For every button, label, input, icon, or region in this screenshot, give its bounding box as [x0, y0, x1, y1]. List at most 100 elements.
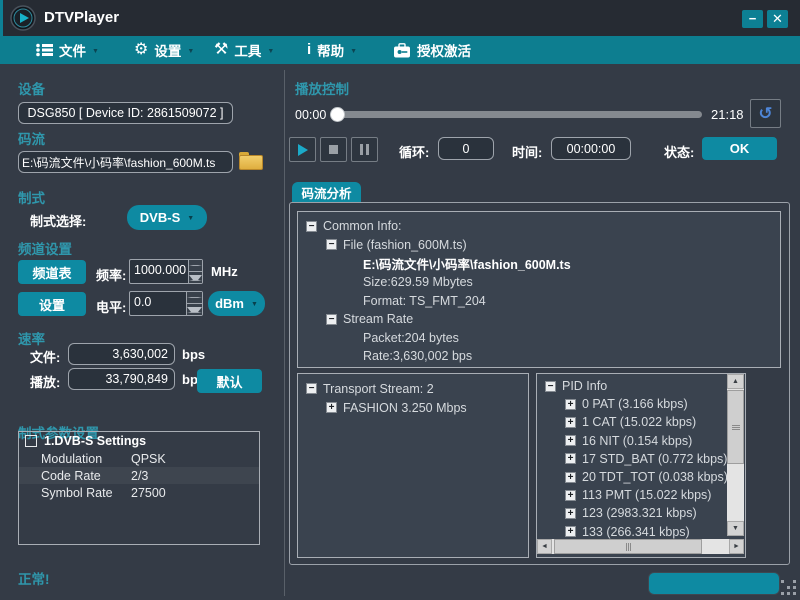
- state-label: 状态:: [664, 145, 695, 160]
- tree-item[interactable]: + 20 TDT_TOT (0.038 kbps): [537, 468, 745, 486]
- tree-item[interactable]: Packet:204 bytes: [298, 329, 780, 348]
- standard-select-label: 制式选择:: [30, 214, 87, 229]
- params-group-header[interactable]: 1.DVB-S Settings: [19, 432, 259, 450]
- tree-expander-icon[interactable]: −: [326, 239, 337, 251]
- tree-expander-icon[interactable]: −: [545, 380, 556, 392]
- level-unit-dropdown[interactable]: dBm ▼: [208, 291, 265, 316]
- file-rate-label: 文件:: [30, 350, 61, 365]
- menu-settings[interactable]: ⚙ 设置 ▼: [134, 36, 194, 64]
- scroll-left-icon[interactable]: ◄: [537, 539, 552, 554]
- tree-item[interactable]: − File (fashion_600M.ts): [298, 236, 780, 255]
- tree-item[interactable]: + 113 PMT (15.022 kbps): [537, 486, 745, 504]
- default-button[interactable]: 默认: [197, 369, 262, 393]
- menu-tools[interactable]: ⚒ 工具 ▼: [214, 36, 274, 64]
- tree-item-label: Transport Stream: 2: [323, 381, 434, 396]
- tree-item[interactable]: Format: TS_FMT_204: [298, 291, 780, 310]
- tree-expander-icon[interactable]: −: [326, 313, 337, 325]
- menu-license[interactable]: 授权激活: [393, 36, 471, 64]
- elapsed-time: 00:00: [295, 108, 327, 122]
- repeat-button[interactable]: ↺: [750, 99, 781, 128]
- param-value: 27500: [131, 485, 166, 500]
- level-down-button[interactable]: [187, 304, 202, 315]
- tree-expander-icon[interactable]: +: [565, 507, 576, 519]
- tree-item[interactable]: − Transport Stream: 2: [298, 379, 528, 398]
- section-standard: 制式: [18, 191, 45, 206]
- tree-expander-icon[interactable]: −: [306, 220, 317, 232]
- stop-button[interactable]: [320, 137, 347, 162]
- set-button[interactable]: 设置: [18, 292, 86, 316]
- pid-horizontal-scrollbar[interactable]: ◄ ►: [537, 539, 744, 554]
- pid-vertical-scrollbar[interactable]: ▲ ▼: [727, 374, 744, 536]
- scroll-down-icon[interactable]: ▼: [727, 521, 744, 536]
- tree-item[interactable]: − PID Info: [537, 377, 745, 395]
- play-button[interactable]: [289, 137, 316, 162]
- device-id-display: DSG850 [ Device ID: 2861509072 ]: [18, 102, 233, 124]
- tree-item-label: 113 PMT (15.022 kbps): [582, 488, 712, 503]
- frequency-down-button[interactable]: [189, 272, 202, 283]
- level-up-button[interactable]: [187, 292, 202, 304]
- tree-expander-icon[interactable]: +: [565, 453, 576, 465]
- tree-item[interactable]: − Common Info:: [298, 217, 780, 236]
- standard-dropdown[interactable]: DVB-S ▼: [127, 205, 207, 230]
- params-row[interactable]: Modulation QPSK: [19, 450, 259, 467]
- tree-expander-icon[interactable]: +: [565, 416, 576, 428]
- tree-item[interactable]: Rate:3,630,002 bps: [298, 347, 780, 366]
- tree-item[interactable]: + 133 (266.341 kbps): [537, 523, 745, 541]
- menu-bar: 文件 ▼ ⚙ 设置 ▼ ⚒ 工具 ▼ i 帮助 ▼ 授权激活: [0, 36, 800, 64]
- params-row[interactable]: Code Rate 2/3: [19, 467, 259, 484]
- level-stepper[interactable]: 0.0: [129, 291, 203, 316]
- menu-file[interactable]: 文件 ▼: [36, 36, 99, 64]
- frequency-stepper[interactable]: 1000.000: [129, 259, 203, 284]
- params-checkbox[interactable]: [25, 435, 37, 447]
- scroll-up-icon[interactable]: ▲: [727, 374, 744, 389]
- channel-table-button[interactable]: 频道表: [18, 260, 86, 284]
- seek-slider-thumb[interactable]: [330, 107, 345, 122]
- menu-help-label: 帮助: [317, 44, 345, 59]
- tree-expander-icon[interactable]: +: [565, 471, 576, 483]
- browse-folder-button[interactable]: [239, 152, 263, 170]
- resize-grip[interactable]: [781, 580, 784, 583]
- seek-slider[interactable]: [334, 111, 702, 118]
- menu-tools-label: 工具: [234, 44, 262, 59]
- tree-expander-icon[interactable]: +: [565, 435, 576, 447]
- loop-count-input[interactable]: 0: [438, 137, 494, 160]
- tree-expander-icon[interactable]: +: [565, 489, 576, 501]
- tree-expander-icon[interactable]: +: [565, 398, 576, 410]
- section-stream: 码流: [18, 132, 45, 147]
- tree-item[interactable]: + 1 CAT (15.022 kbps): [537, 413, 745, 431]
- frequency-value[interactable]: 1000.000: [130, 260, 188, 283]
- tree-expander-icon[interactable]: −: [306, 383, 317, 394]
- play-rate-input[interactable]: 33,790,849: [68, 368, 175, 390]
- time-input[interactable]: 00:00:00: [551, 137, 631, 160]
- stream-file-input[interactable]: E:\码流文件\小码率\fashion_600M.ts: [18, 151, 233, 173]
- menu-help[interactable]: i 帮助 ▼: [307, 36, 357, 64]
- tree-item[interactable]: + 17 STD_BAT (0.772 kbps): [537, 450, 745, 468]
- tree-item-label: Packet:204 bytes: [363, 330, 459, 345]
- tree-item[interactable]: + 0 PAT (3.166 kbps): [537, 395, 745, 413]
- scroll-right-icon[interactable]: ►: [729, 539, 744, 554]
- scrollbar-thumb[interactable]: [727, 390, 744, 464]
- tree-item-label: File (fashion_600M.ts): [343, 237, 467, 252]
- tree-item[interactable]: Size:629.59 Mbytes: [298, 273, 780, 292]
- tree-item[interactable]: + 123 (2983.321 kbps): [537, 504, 745, 522]
- tree-expander-icon[interactable]: +: [565, 526, 576, 538]
- play-rate-label: 播放:: [30, 375, 61, 390]
- tree-expander-icon[interactable]: +: [326, 402, 337, 413]
- tab-stream-analysis[interactable]: 码流分析: [292, 182, 361, 203]
- minimize-button[interactable]: −: [742, 10, 763, 28]
- params-row[interactable]: Symbol Rate 27500: [19, 484, 259, 501]
- tree-item[interactable]: + 16 NIT (0.154 kbps): [537, 432, 745, 450]
- param-value: 2/3: [131, 468, 149, 483]
- param-name: Symbol Rate: [41, 485, 113, 500]
- level-value[interactable]: 0.0: [130, 292, 186, 315]
- tree-item[interactable]: + FASHION 3.250 Mbps: [298, 398, 528, 417]
- tree-item[interactable]: − Stream Rate: [298, 310, 780, 329]
- param-value: QPSK: [131, 451, 166, 466]
- pause-button[interactable]: [351, 137, 378, 162]
- section-rate: 速率: [18, 332, 45, 347]
- close-button[interactable]: ✕: [767, 10, 788, 28]
- tree-item[interactable]: E:\码流文件\小码率\fashion_600M.ts: [298, 254, 780, 273]
- panel-splitter[interactable]: [284, 70, 285, 596]
- scrollbar-thumb[interactable]: [554, 539, 702, 554]
- frequency-up-button[interactable]: [189, 260, 202, 272]
